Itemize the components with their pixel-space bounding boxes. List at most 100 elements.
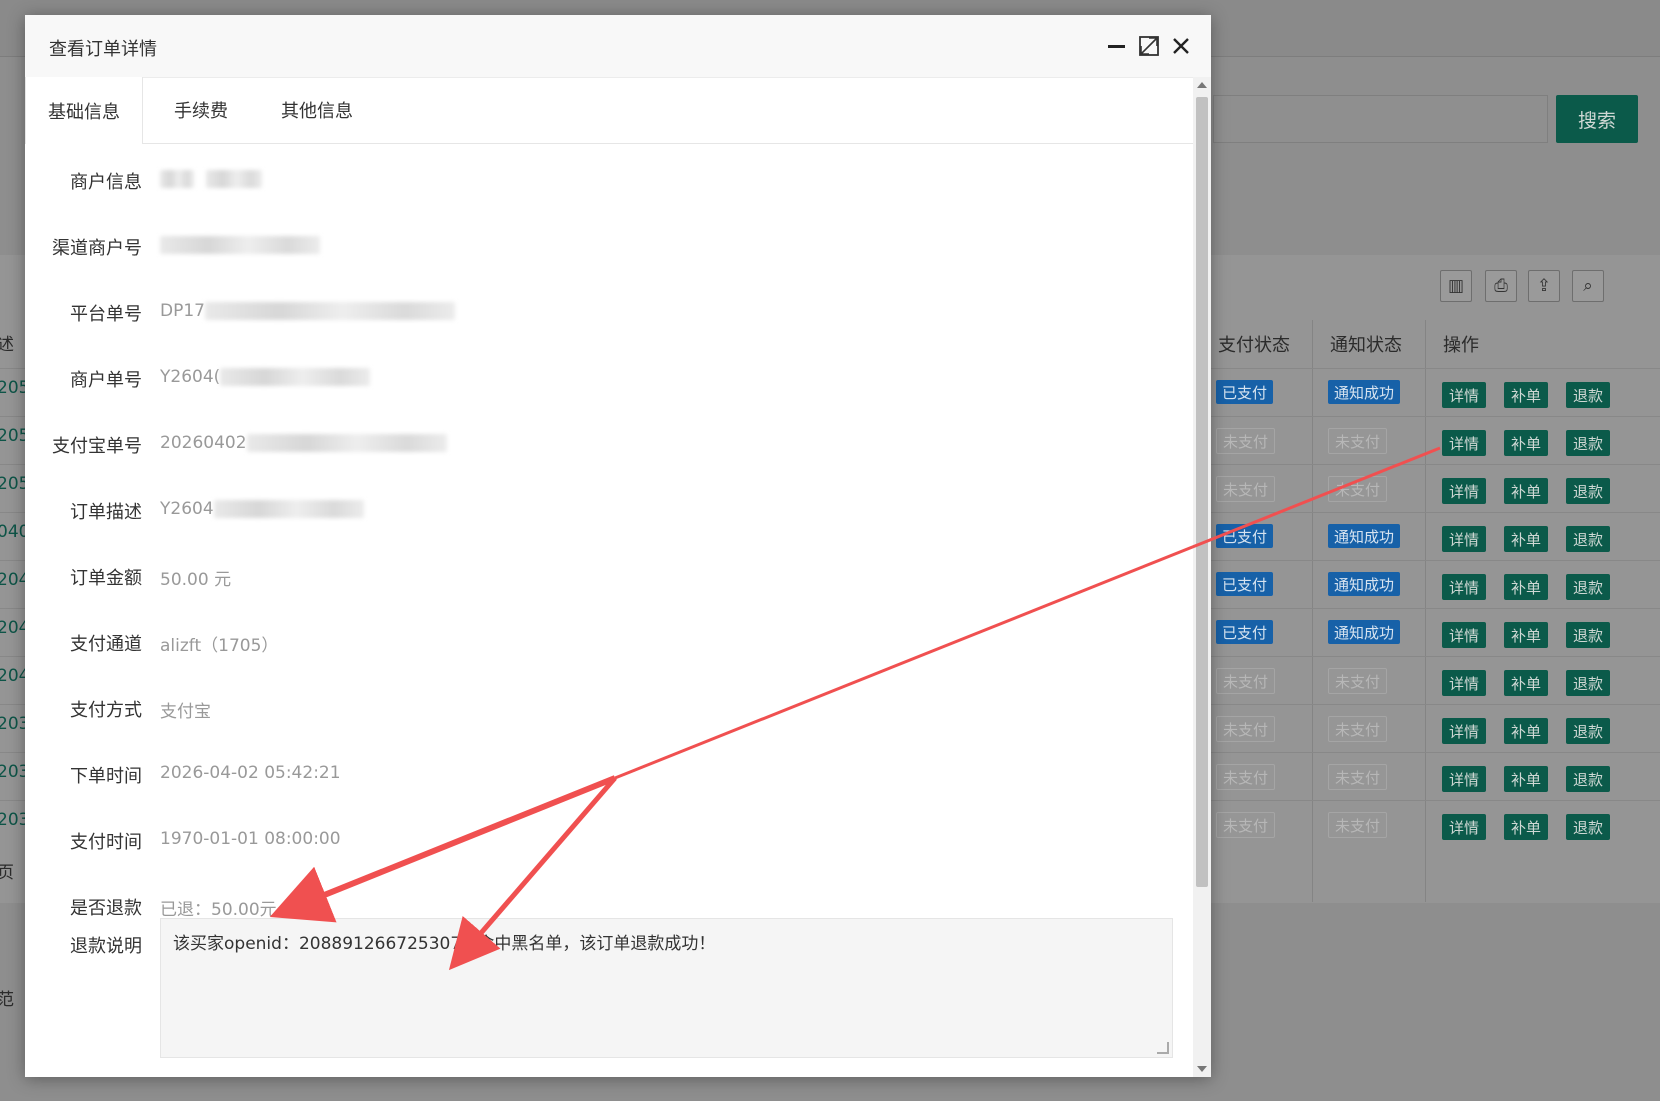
refund-note-text: 该买家openid：2088912667253072 命中黑名单，该订单退款成功… xyxy=(173,934,716,954)
supplement-button[interactable]: 补单 xyxy=(1504,382,1548,408)
redacted-value xyxy=(246,434,447,452)
field-value: 已退：50.00元 xyxy=(160,895,277,920)
notify-status-badge: 未支付 xyxy=(1328,428,1388,454)
pay-status-badge: 已支付 xyxy=(1216,572,1274,596)
pay-status-badge: 未支付 xyxy=(1216,668,1276,694)
detail-button[interactable]: 详情 xyxy=(1442,478,1486,504)
refund-button[interactable]: 退款 xyxy=(1566,766,1610,792)
pay-status-badge: 未支付 xyxy=(1216,716,1276,742)
resize-handle[interactable] xyxy=(1157,1042,1169,1054)
scroll-thumb[interactable] xyxy=(1196,97,1208,887)
detail-button[interactable]: 详情 xyxy=(1442,382,1486,408)
dialog-tabs: 基础信息 手续费 其他信息 xyxy=(25,77,1193,144)
pay-status-badge: 已支付 xyxy=(1216,524,1274,548)
notify-status-badge: 未支付 xyxy=(1328,476,1388,502)
close-icon[interactable] xyxy=(1169,34,1193,58)
supplement-button[interactable]: 补单 xyxy=(1504,766,1548,792)
order-detail-dialog: 查看订单详情 基础信息 手续费 其他信息 商户信息 渠道商户号 平台单号 DP17 商户… xyxy=(25,15,1211,1077)
refund-button[interactable]: 退款 xyxy=(1566,478,1610,504)
supplement-button[interactable]: 补单 xyxy=(1504,814,1548,840)
field-label: 是否退款 xyxy=(70,898,142,919)
field-label: 商户信息 xyxy=(70,172,142,193)
refund-button[interactable]: 退款 xyxy=(1566,430,1610,456)
truncated-cell: 页 xyxy=(0,863,14,883)
field-value xyxy=(160,169,262,189)
header-notify-status: 通知状态 xyxy=(1330,335,1402,356)
supplement-button[interactable]: 补单 xyxy=(1504,718,1548,744)
field-label: 商户单号 xyxy=(70,370,142,391)
field-value-text: 50.00 元 xyxy=(160,570,232,590)
search-icon[interactable]: ⌕ xyxy=(1572,270,1604,302)
field-label: 下单时间 xyxy=(70,766,142,787)
field-label: 支付宝单号 xyxy=(52,436,142,457)
field-label: 订单金额 xyxy=(70,568,142,589)
refund-button[interactable]: 退款 xyxy=(1566,526,1610,552)
supplement-button[interactable]: 补单 xyxy=(1504,526,1548,552)
detail-button[interactable]: 详情 xyxy=(1442,814,1486,840)
supplement-button[interactable]: 补单 xyxy=(1504,574,1548,600)
notify-status-badge: 未支付 xyxy=(1328,812,1388,838)
detail-button[interactable]: 详情 xyxy=(1442,526,1486,552)
pay-status-badge: 已支付 xyxy=(1216,620,1274,644)
supplement-button[interactable]: 补单 xyxy=(1504,478,1548,504)
redacted-value xyxy=(206,170,262,188)
scroll-up-arrow[interactable] xyxy=(1197,82,1207,88)
refund-button[interactable]: 退款 xyxy=(1566,382,1610,408)
pay-status-badge: 未支付 xyxy=(1216,428,1276,454)
refund-button[interactable]: 退款 xyxy=(1566,574,1610,600)
tab-basic-info[interactable]: 基础信息 xyxy=(25,77,143,144)
supplement-button[interactable]: 补单 xyxy=(1504,622,1548,648)
search-button[interactable]: 搜索 xyxy=(1556,95,1638,143)
redacted-value xyxy=(213,500,364,518)
maximize-icon[interactable] xyxy=(1137,34,1161,58)
field-value-text: 1970-01-01 08:00:00 xyxy=(160,829,341,849)
detail-button[interactable]: 详情 xyxy=(1442,574,1486,600)
supplement-button[interactable]: 补单 xyxy=(1504,670,1548,696)
field-label: 支付方式 xyxy=(70,700,142,721)
dialog-header: 查看订单详情 xyxy=(25,15,1211,78)
pay-status-badge: 未支付 xyxy=(1216,476,1276,502)
refund-button[interactable]: 退款 xyxy=(1566,670,1610,696)
columns-icon[interactable]: ▥ xyxy=(1440,270,1472,302)
field-value: alizft（1705） xyxy=(160,631,278,656)
minimize-icon[interactable] xyxy=(1105,34,1129,58)
dialog-title: 查看订单详情 xyxy=(49,39,157,60)
refund-note-label: 退款说明 xyxy=(70,936,142,957)
detail-button[interactable]: 详情 xyxy=(1442,670,1486,696)
truncated-cell: 述 xyxy=(0,335,14,355)
redacted-value xyxy=(220,368,371,386)
field-value: DP17 xyxy=(160,301,455,321)
field-value-text: 已退：50.00元 xyxy=(160,900,277,920)
print-icon[interactable]: ⎙ xyxy=(1485,270,1517,302)
export-icon[interactable]: ⇪ xyxy=(1528,270,1560,302)
scroll-down-arrow[interactable] xyxy=(1197,1066,1207,1072)
tab-fees[interactable]: 手续费 xyxy=(145,77,257,143)
redacted-value xyxy=(204,302,455,320)
dialog-scrollbar[interactable] xyxy=(1193,77,1211,1077)
tab-other-info[interactable]: 其他信息 xyxy=(257,77,377,143)
field-value xyxy=(160,235,320,255)
detail-button[interactable]: 详情 xyxy=(1442,622,1486,648)
refund-button[interactable]: 退款 xyxy=(1566,814,1610,840)
field-label: 支付时间 xyxy=(70,832,142,853)
field-value-text: DP17 xyxy=(160,301,205,321)
field-value-text: Y2604 xyxy=(160,499,214,519)
notify-status-badge: 通知成功 xyxy=(1328,380,1401,404)
detail-button[interactable]: 详情 xyxy=(1442,430,1486,456)
field-value: 20260402 xyxy=(160,433,447,453)
detail-button[interactable]: 详情 xyxy=(1442,718,1486,744)
refund-button[interactable]: 退款 xyxy=(1566,622,1610,648)
refund-button[interactable]: 退款 xyxy=(1566,718,1610,744)
header-pay-status: 支付状态 xyxy=(1218,335,1290,356)
field-value: Y2604( xyxy=(160,367,371,387)
search-input[interactable] xyxy=(1213,95,1548,143)
field-value-text: 支付宝 xyxy=(160,702,211,722)
supplement-button[interactable]: 补单 xyxy=(1504,430,1548,456)
pay-status-badge: 已支付 xyxy=(1216,380,1274,404)
field-value-text: Y2604( xyxy=(160,367,221,387)
detail-button[interactable]: 详情 xyxy=(1442,766,1486,792)
refund-note-textarea[interactable]: 该买家openid：2088912667253072 命中黑名单，该订单退款成功… xyxy=(160,918,1173,1058)
truncated-cell: 范 xyxy=(0,990,14,1010)
pay-status-badge: 未支付 xyxy=(1216,812,1276,838)
field-value-text: 20260402 xyxy=(160,433,247,453)
